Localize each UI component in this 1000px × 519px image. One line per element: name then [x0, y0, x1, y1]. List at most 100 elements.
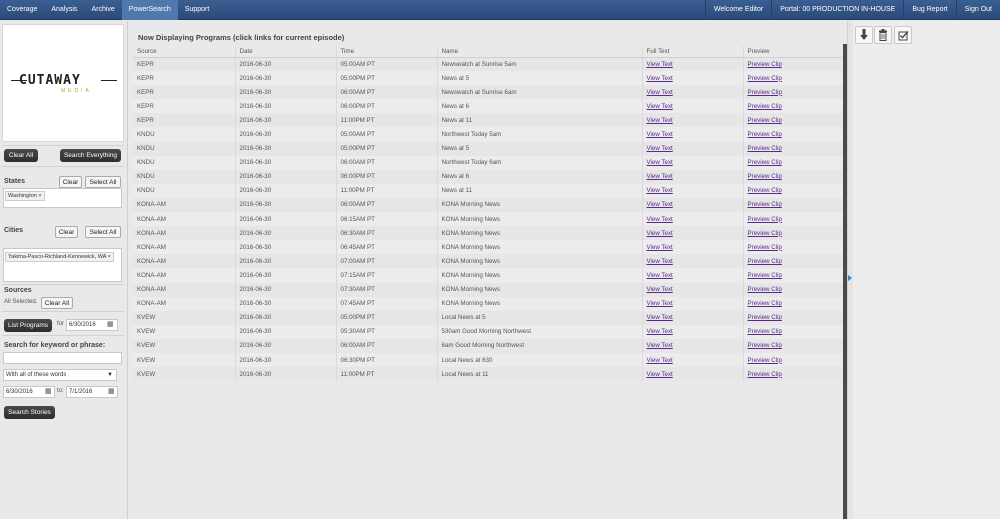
view-text-link[interactable]: View Text [641, 169, 743, 184]
preview-clip-link[interactable]: Preview Clip [742, 113, 844, 128]
column-header[interactable]: Preview [742, 46, 844, 58]
table-row[interactable]: KONA-AM 2016-06-30 06:15AM PT KONA Morning … [133, 212, 844, 227]
expand-arrow-icon[interactable] [848, 275, 852, 281]
view-text-link[interactable]: View Text [641, 155, 743, 170]
calendar-icon[interactable]: ▦ [45, 386, 52, 398]
cities-field[interactable]: Yakima-Pasco-Richland-Kennewick, WA × [3, 248, 122, 282]
table-row[interactable]: KVEW 2016-06-30 11:00PM PT Local News at 11… [133, 367, 844, 382]
nav-coverage[interactable]: Coverage [0, 0, 44, 20]
view-text-link[interactable]: View Text [641, 282, 743, 297]
view-text-link[interactable]: View Text [641, 352, 743, 368]
view-text-link[interactable]: View Text [641, 212, 743, 227]
welcome-user[interactable]: Welcome Editor [704, 0, 771, 20]
column-header[interactable]: Time [335, 46, 437, 58]
table-row[interactable]: KONA-AM 2016-06-30 06:45AM PT KONA Morning … [133, 240, 844, 255]
table-row[interactable]: KONA-AM 2016-06-30 07:15AM PT KONA Morning … [133, 268, 844, 283]
table-row[interactable]: KEPR 2016-06-30 05:00AM PT Newswatch at Sun… [133, 57, 844, 72]
nav-analysis[interactable]: Analysis [44, 0, 84, 20]
nav-support[interactable]: Support [178, 0, 217, 20]
city-tag[interactable]: Yakima-Pasco-Richland-Kennewick, WA × [5, 252, 114, 262]
view-text-link[interactable]: View Text [641, 127, 743, 142]
cities-select-all-button[interactable]: Select All [85, 226, 121, 238]
preview-clip-link[interactable]: Preview Clip [742, 338, 844, 353]
table-row[interactable]: KONA-AM 2016-06-30 07:30AM PT KONA Morning … [133, 282, 844, 297]
view-text-link[interactable]: View Text [641, 197, 743, 213]
preview-clip-link[interactable]: Preview Clip [742, 268, 844, 283]
table-row[interactable]: KVEW 2016-06-30 05:00PM PT Local News at 5V… [133, 310, 844, 325]
cities-clear-button[interactable]: Clear [55, 226, 78, 238]
preview-clip-link[interactable]: Preview Clip [742, 226, 844, 241]
preview-clip-link[interactable]: Preview Clip [742, 212, 844, 227]
view-text-link[interactable]: View Text [641, 338, 743, 353]
table-row[interactable]: KONA-AM 2016-06-30 06:00AM PT KONA Morning … [133, 197, 844, 213]
sources-clear-all-button[interactable]: Clear All [41, 297, 73, 309]
column-header[interactable]: Source [133, 46, 235, 58]
preview-clip-link[interactable]: Preview Clip [742, 141, 844, 156]
column-header[interactable]: Name [436, 46, 642, 58]
table-row[interactable]: KVEW 2016-06-30 06:30PM PT Local News at 63… [133, 352, 844, 368]
view-text-link[interactable]: View Text [641, 183, 743, 198]
view-text-link[interactable]: View Text [641, 57, 743, 72]
portal-selector[interactable]: Portal: 00 PRODUCTION IN-HOUSE [771, 0, 903, 20]
sign-out-link[interactable]: Sign Out [955, 0, 1000, 20]
calendar-icon[interactable]: ▦ [107, 319, 114, 331]
table-row[interactable]: KNDU 2016-06-30 05:00AM PT Northwest Today … [133, 127, 844, 142]
delete-button[interactable] [874, 26, 892, 44]
match-mode-select[interactable]: With all of these words ▼ [3, 369, 117, 381]
table-row[interactable]: KONA-AM 2016-06-30 06:30AM PT KONA Morning … [133, 226, 844, 241]
preview-clip-link[interactable]: Preview Clip [742, 254, 844, 269]
states-clear-button[interactable]: Clear [59, 176, 82, 188]
column-header[interactable]: Date [234, 46, 336, 58]
download-button[interactable] [855, 26, 873, 44]
view-text-link[interactable]: View Text [641, 85, 743, 100]
nav-powersearch[interactable]: PowerSearch [121, 0, 178, 20]
view-text-link[interactable]: View Text [641, 324, 743, 339]
select-button[interactable] [894, 26, 912, 44]
column-header[interactable]: Full Text [641, 46, 743, 58]
search-everything-button[interactable]: Search Everything [60, 149, 121, 162]
view-text-link[interactable]: View Text [641, 367, 743, 382]
preview-clip-link[interactable]: Preview Clip [742, 183, 844, 198]
nav-archive[interactable]: Archive [84, 0, 121, 20]
state-tag[interactable]: Washington × [5, 191, 45, 201]
preview-clip-link[interactable]: Preview Clip [742, 99, 844, 114]
table-row[interactable]: KEPR 2016-06-30 06:00AM PT Newswatch at Sun… [133, 85, 844, 100]
preview-clip-link[interactable]: Preview Clip [742, 296, 844, 311]
list-programs-button[interactable]: List Programs [4, 319, 52, 332]
table-row[interactable]: KEPR 2016-06-30 05:00PM PT News at 5 View Te… [133, 71, 844, 86]
table-row[interactable]: KNDU 2016-06-30 06:00AM PT Northwest Today … [133, 155, 844, 170]
preview-clip-link[interactable]: Preview Clip [742, 127, 844, 142]
view-text-link[interactable]: View Text [641, 99, 743, 114]
view-text-link[interactable]: View Text [641, 113, 743, 128]
preview-clip-link[interactable]: Preview Clip [742, 310, 844, 325]
preview-clip-link[interactable]: Preview Clip [742, 169, 844, 184]
table-row[interactable]: KEPR 2016-06-30 11:00PM PT News at 11 View T… [133, 113, 844, 128]
table-row[interactable]: KNDU 2016-06-30 11:00PM PT News at 11 View T… [133, 183, 844, 198]
view-text-link[interactable]: View Text [641, 226, 743, 241]
table-row[interactable]: KNDU 2016-06-30 06:00PM PT News at 6 View Te… [133, 169, 844, 184]
preview-clip-link[interactable]: Preview Clip [742, 57, 844, 72]
clear-all-button[interactable]: Clear All [4, 149, 38, 162]
preview-clip-link[interactable]: Preview Clip [742, 352, 844, 368]
table-row[interactable]: KEPR 2016-06-30 06:00PM PT News at 6 View Te… [133, 99, 844, 114]
calendar-icon[interactable]: ▦ [108, 386, 115, 398]
table-row[interactable]: KONA-AM 2016-06-30 07:45AM PT KONA Morning … [133, 296, 844, 311]
states-field[interactable]: Washington × [3, 188, 122, 208]
preview-clip-link[interactable]: Preview Clip [742, 367, 844, 382]
preview-clip-link[interactable]: Preview Clip [742, 282, 844, 297]
view-text-link[interactable]: View Text [641, 141, 743, 156]
keyword-input[interactable] [3, 352, 122, 364]
preview-clip-link[interactable]: Preview Clip [742, 197, 844, 213]
view-text-link[interactable]: View Text [641, 254, 743, 269]
view-text-link[interactable]: View Text [641, 71, 743, 86]
view-text-link[interactable]: View Text [641, 268, 743, 283]
table-row[interactable]: KNDU 2016-06-30 05:00PM PT News at 5 View Te… [133, 141, 844, 156]
preview-clip-link[interactable]: Preview Clip [742, 240, 844, 255]
search-stories-button[interactable]: Search Stories [4, 406, 55, 419]
view-text-link[interactable]: View Text [641, 310, 743, 325]
preview-clip-link[interactable]: Preview Clip [742, 71, 844, 86]
table-row[interactable]: KONA-AM 2016-06-30 07:00AM PT KONA Morning … [133, 254, 844, 269]
states-select-all-button[interactable]: Select All [85, 176, 121, 188]
table-row[interactable]: KVEW 2016-06-30 05:30AM PT 530am Good Morni… [133, 324, 844, 339]
preview-clip-link[interactable]: Preview Clip [742, 155, 844, 170]
